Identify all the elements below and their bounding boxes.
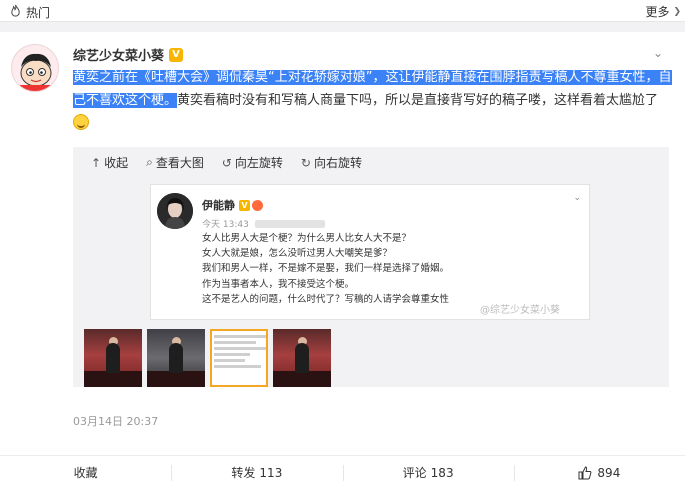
thumbnail-selected[interactable] <box>210 329 268 387</box>
embedded-line: 作为当事者本人，我不接受这个梗。 <box>202 278 355 290</box>
username[interactable]: 综艺少女菜小葵 V <box>73 45 184 64</box>
collapse-label: 收起 <box>104 156 129 170</box>
embedded-line: 女人比男人大是个梗？为什么男人比女人大不是？ <box>202 233 412 244</box>
view-large-button[interactable]: ⌕ 查看大图 <box>146 154 204 171</box>
section-title: 热门 <box>26 6 51 20</box>
post-date[interactable]: 03月14日 20:37 <box>73 413 158 429</box>
rotate-right-icon: ↻ <box>300 155 311 170</box>
verified-badge-icon: V <box>239 199 250 211</box>
favorite-button[interactable]: 收藏 <box>0 456 171 489</box>
chevron-down-icon: ⌄ <box>573 193 581 203</box>
rotate-right-label: 向右旋转 <box>313 156 362 170</box>
comment-button[interactable]: 评论 183 <box>342 456 514 489</box>
rotate-left-label: 向左旋转 <box>234 156 283 170</box>
repost-label: 转发 <box>231 466 256 480</box>
cartoon-avatar-icon <box>12 45 58 91</box>
comment-count: 183 <box>430 465 454 480</box>
rotate-right-button[interactable]: ↻ 向右旋转 <box>301 154 362 171</box>
flame-icon <box>11 4 20 17</box>
action-bar: 收藏 转发 113 评论 183 894 <box>0 455 685 489</box>
magnifier-icon: ⌕ <box>146 155 153 169</box>
arrow-up-icon: ↑ <box>91 155 102 170</box>
comment-label: 评论 <box>402 466 427 480</box>
verified-badge-icon: V <box>169 47 184 62</box>
username-text: 综艺少女菜小葵 <box>73 49 165 64</box>
topic-link[interactable]: 《吐槽大会》 <box>138 70 216 85</box>
post-text: 黄奕之前在《吐槽大会》调侃秦昊“上对花轿嫁对娘”，这让伊能静直接在围脖指责写稿人… <box>73 66 673 135</box>
more-link[interactable]: 更多 ❯ <box>645 3 681 20</box>
repost-count: 113 <box>259 465 283 480</box>
rotate-left-button[interactable]: ↺ 向左旋转 <box>222 154 283 171</box>
person-avatar-icon <box>157 193 193 229</box>
text-seg3: 黄奕看稿时没有和写稿人商量下吗，所以是直接背写好的稿子喽，这样看着太尴尬了 <box>177 93 659 108</box>
rotate-left-icon: ↺ <box>221 155 232 170</box>
embedded-line: 这不是艺人的问题，什么时代了？写稿的人请学会尊重女性 <box>202 293 450 305</box>
embedded-line: 我们和男人一样，不是嫁不是娶，我们一样是选择了婚姻。 <box>202 263 450 275</box>
blurred-source <box>254 219 325 228</box>
repost-button[interactable]: 转发 113 <box>171 456 342 489</box>
fans-badge-icon <box>252 199 263 211</box>
watermark: @综艺少女菜小葵 <box>480 305 560 316</box>
avatar[interactable] <box>11 44 59 92</box>
media-viewer: ↑ 收起 ⌕ 查看大图 ↺ 向左旋转 ↻ 向右旋转 伊能静 V 今天 13:43… <box>73 147 669 387</box>
like-count: 894 <box>597 465 621 480</box>
embedded-line: 女人大就是娘，怎么没听过男人大嘲笑是爹？ <box>202 248 393 260</box>
awkward-emoji-icon <box>73 114 89 130</box>
embedded-username: 伊能静 V <box>202 197 263 213</box>
thumbnail[interactable] <box>273 329 331 387</box>
weibo-card: 综艺少女菜小葵 V ⌄ 黄奕之前在《吐槽大会》调侃秦昊“上对花轿嫁对娘”，这让伊… <box>0 32 685 455</box>
more-label: 更多 <box>645 5 670 19</box>
hot-header: 热门 更多 ❯ <box>0 0 685 22</box>
thumbnail[interactable] <box>84 329 142 387</box>
collapse-button[interactable]: ↑ 收起 <box>91 154 128 171</box>
media-toolbar: ↑ 收起 ⌕ 查看大图 ↺ 向左旋转 ↻ 向右旋转 <box>91 154 362 171</box>
like-button[interactable]: 894 <box>513 456 685 489</box>
large-image[interactable]: 伊能静 V 今天 13:43 ⌄ 女人比男人大是个梗？为什么男人比女人大不是？ … <box>150 184 590 320</box>
chevron-right-icon: ❯ <box>673 6 681 17</box>
embedded-avatar <box>157 193 193 229</box>
embedded-name-text: 伊能静 <box>202 199 235 212</box>
chevron-down-icon[interactable]: ⌄ <box>653 46 663 60</box>
view-large-label: 查看大图 <box>155 156 204 170</box>
text-seg1: 黄奕之前在 <box>73 70 139 85</box>
thumbnail-strip <box>84 329 331 387</box>
embedded-text: 女人比男人大是个梗？为什么男人比女人大不是？ 女人大就是娘，怎么没听过男人大嘲笑… <box>202 231 449 307</box>
thumbs-up-icon <box>578 465 592 479</box>
thumbnail[interactable] <box>147 329 205 387</box>
favorite-label: 收藏 <box>73 466 98 480</box>
embedded-time-text: 今天 13:43 <box>202 220 249 230</box>
embedded-time: 今天 13:43 <box>202 217 325 230</box>
